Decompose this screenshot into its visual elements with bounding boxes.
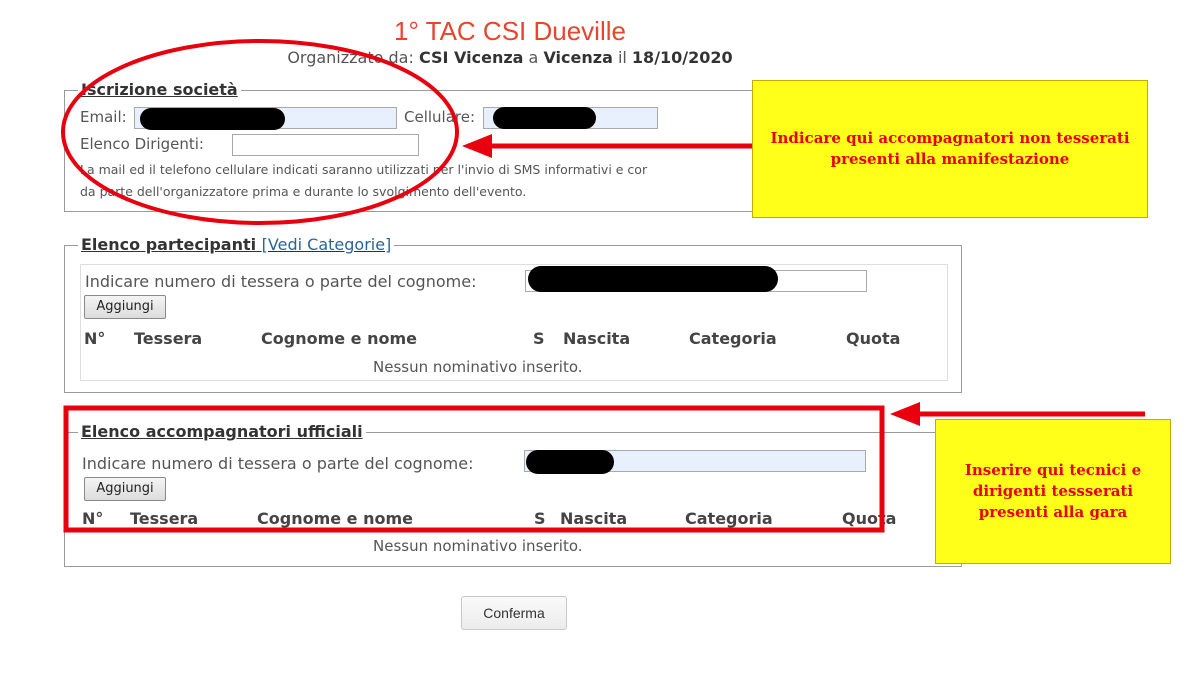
col-nascita: Nascita — [563, 329, 631, 348]
col-tessera: Tessera — [130, 509, 199, 528]
partecipanti-search-label: Indicare numero di tessera o parte del c… — [85, 272, 477, 291]
col-sesso: S — [533, 329, 545, 348]
col-categoria: Categoria — [685, 509, 773, 528]
col-cognome-nome: Cognome e nome — [261, 329, 417, 348]
callout-tecnici-dirigenti: Inserire qui tecnici e dirigenti tessser… — [935, 419, 1171, 564]
partecipanti-legend: Elenco partecipanti [Vedi Categorie] — [78, 235, 395, 254]
accompagnatori-add-button[interactable]: Aggiungi — [84, 477, 166, 501]
privacy-note-line2: da parte dell'organizzatore prima e dura… — [80, 184, 527, 199]
iscrizione-legend: Iscrizione società — [78, 80, 241, 99]
col-quota: Quota — [846, 329, 901, 348]
on-word: il — [612, 48, 632, 67]
privacy-note-line1: La mail ed il telefono cellulare indicat… — [80, 162, 648, 177]
dirigenti-label: Elenco Dirigenti: — [80, 135, 204, 153]
organizer-name: CSI Vicenza — [418, 48, 524, 67]
partecipanti-search-redaction — [528, 266, 778, 292]
callout-accompagnatori-non-tesserati: Indicare qui accompagnatori non tesserat… — [752, 80, 1148, 218]
event-subtitle: Organizzato da: CSI Vicenza a Vicenza il… — [0, 48, 1020, 67]
col-categoria: Categoria — [689, 329, 777, 348]
accompagnatori-empty-message: Nessun nominativo inserito. — [373, 537, 583, 555]
cellulare-redaction — [493, 107, 596, 129]
col-sesso: S — [534, 509, 546, 528]
col-nascita: Nascita — [560, 509, 628, 528]
page-title: 1° TAC CSI Dueville — [394, 16, 626, 46]
vedi-categorie-link[interactable]: [Vedi Categorie] — [262, 235, 392, 254]
event-date: 18/10/2020 — [631, 48, 733, 67]
cellulare-label: Cellulare: — [404, 108, 476, 126]
event-city: Vicenza — [543, 48, 613, 67]
col-tessera: Tessera — [134, 329, 203, 348]
accompagnatori-legend: Elenco accompagnatori ufficiali — [78, 422, 366, 441]
col-num: N° — [84, 329, 106, 348]
email-redaction — [140, 108, 285, 130]
col-cognome-nome: Cognome e nome — [257, 509, 413, 528]
dirigenti-field[interactable] — [232, 134, 419, 156]
partecipanti-legend-text: Elenco partecipanti — [81, 235, 257, 254]
col-num: N° — [82, 509, 104, 528]
partecipanti-add-button[interactable]: Aggiungi — [84, 295, 166, 319]
at-word: a — [523, 48, 544, 67]
email-label: Email: — [80, 108, 127, 126]
annotation-arrow-bottom-head — [890, 402, 920, 426]
partecipanti-empty-message: Nessun nominativo inserito. — [373, 358, 583, 376]
confirm-button[interactable]: Conferma — [461, 596, 567, 630]
accompagnatori-search-label: Indicare numero di tessera o parte del c… — [82, 454, 474, 473]
col-quota: Quota — [842, 509, 897, 528]
accompagnatori-search-redaction — [526, 450, 614, 474]
organized-prefix: Organizzato da: — [287, 48, 419, 67]
